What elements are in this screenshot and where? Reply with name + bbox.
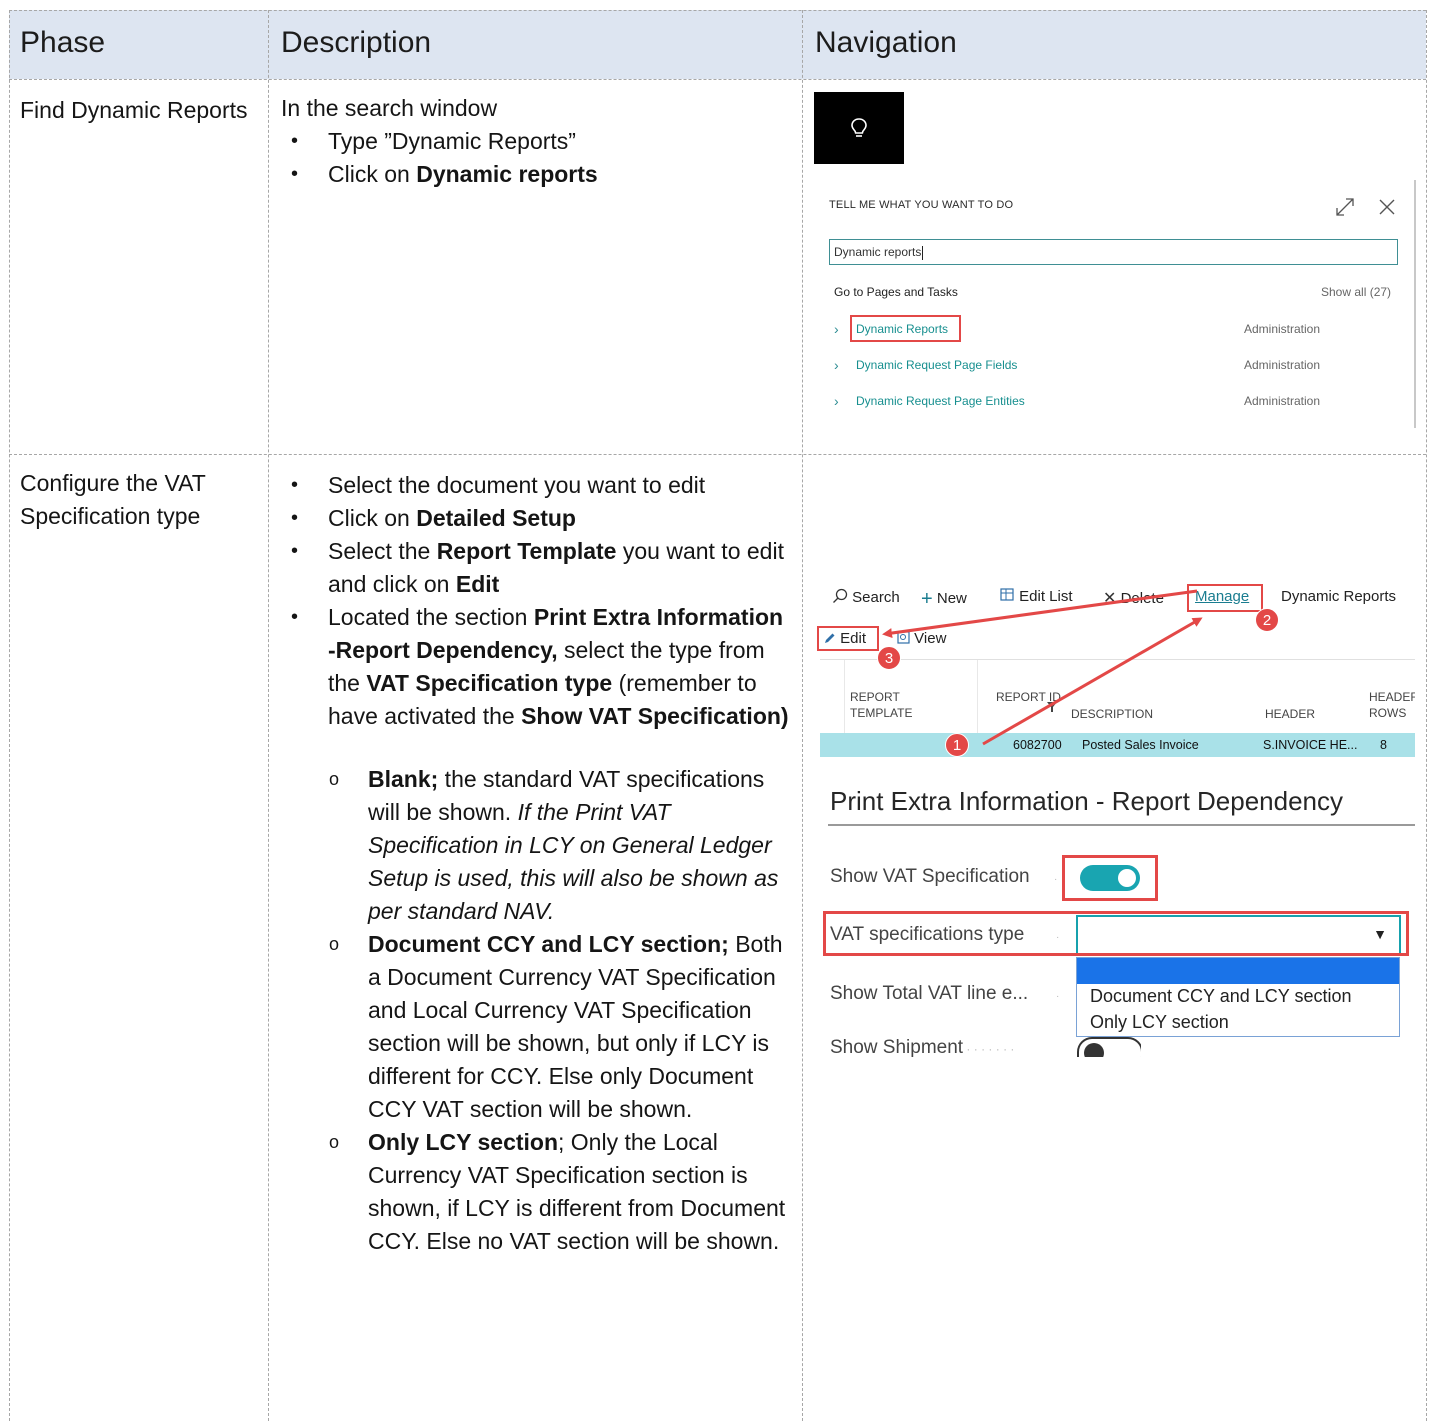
vat-type-dropdown-list: Document CCY and LCY section Only LCY se… [1076,957,1400,1037]
step-badge: 2 [1255,608,1279,632]
annotation-arrows [882,589,1203,746]
step-badge: 3 [877,646,901,670]
field-dots: · [1054,874,1058,885]
field-label: Show Shipment [830,1037,964,1057]
highlight-box-vat-type [823,911,1409,956]
field-dots: · [1056,991,1060,1002]
option-only-lcy[interactable]: Only LCY section [1090,1012,1229,1033]
show-shipment-toggle[interactable] [1077,1037,1141,1057]
arrow-manage-to-edit [882,589,1198,638]
show-vat-label: Show VAT Specification [830,866,1030,887]
highlight-box-show-vat [1062,855,1158,901]
step-badge: 1 [945,733,969,757]
section-title-extra-info: Print Extra Information - Report Depende… [830,786,1344,816]
section-rule [828,824,1415,826]
arrow-1-to-manage [982,617,1203,746]
option-document-ccy-lcy[interactable]: Document CCY and LCY section [1090,986,1351,1007]
show-shipment-label: Show Shipment · · · · · · · [830,1037,1015,1057]
show-total-vat-label: Show Total VAT line e... [830,983,1029,1004]
option-blank[interactable] [1077,958,1399,984]
